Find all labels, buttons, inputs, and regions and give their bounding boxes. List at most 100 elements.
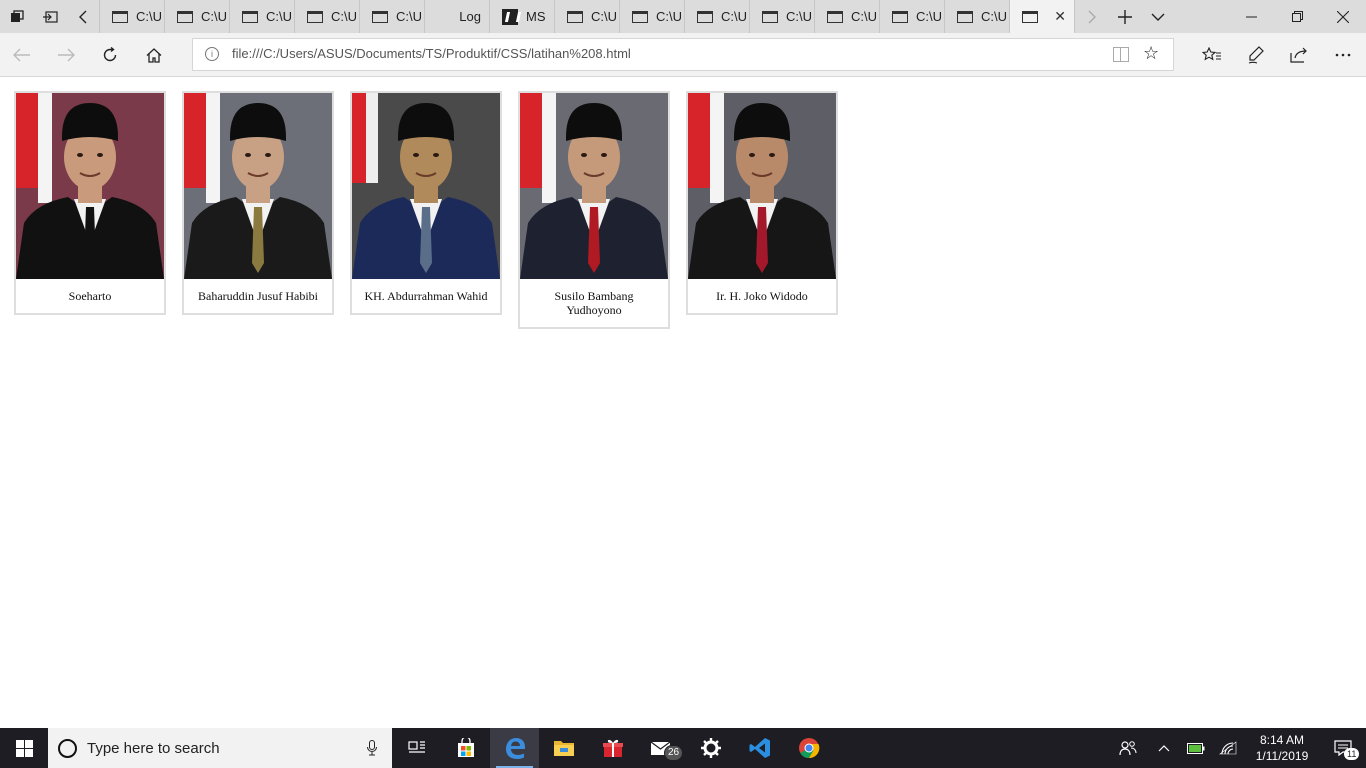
minimize-icon[interactable] <box>1228 0 1274 33</box>
tab-8[interactable]: C:\U <box>620 0 685 33</box>
visual-studio-code-icon[interactable] <box>735 728 784 768</box>
new-tab-icon[interactable] <box>1108 0 1141 33</box>
mail-icon[interactable]: 26 <box>637 728 686 768</box>
wifi-icon[interactable] <box>1212 728 1244 768</box>
tab-1[interactable]: C:\U <box>165 0 230 33</box>
page-icon <box>697 10 713 23</box>
settings-gear-icon[interactable] <box>686 728 735 768</box>
president-card: Baharuddin Jusuf Habibi <box>182 91 334 315</box>
tab-label: C:\U <box>201 9 227 24</box>
page-icon <box>1022 10 1038 23</box>
president-name: Susilo Bambang Yudhoyono <box>554 289 634 317</box>
action-center-icon[interactable]: 11 <box>1320 728 1366 768</box>
president-card: Soeharto <box>14 91 166 315</box>
people-icon[interactable] <box>1112 728 1144 768</box>
page-icon <box>372 10 388 23</box>
scroll-tabs-right-icon[interactable] <box>1075 0 1108 33</box>
restore-icon[interactable] <box>1274 0 1320 33</box>
tab-label: C:\U <box>591 9 617 24</box>
page-icon <box>892 10 908 23</box>
tab-13[interactable]: C:\U <box>945 0 1010 33</box>
microsoft-store-icon[interactable] <box>441 728 490 768</box>
clock[interactable]: 8:14 AM 1/11/2019 <box>1244 732 1320 764</box>
tab-7[interactable]: C:\U <box>555 0 620 33</box>
tab-label: C:\U <box>266 9 292 24</box>
web-note-pen-icon[interactable] <box>1245 44 1267 66</box>
tab-label: C:\U <box>786 9 812 24</box>
url-text[interactable]: file:///C:/Users/ASUS/Documents/TS/Produ… <box>232 46 631 61</box>
page-icon <box>632 10 648 23</box>
file-explorer-icon[interactable] <box>539 728 588 768</box>
president-card: Susilo Bambang Yudhoyono <box>518 91 670 329</box>
clock-time: 8:14 AM <box>1259 733 1305 747</box>
search-placeholder: Type here to search <box>87 739 220 757</box>
tab-preview-chevron-down-icon[interactable] <box>1141 0 1174 33</box>
share-icon[interactable] <box>1288 44 1310 66</box>
add-favorite-star-icon[interactable]: ☆ <box>1143 43 1159 64</box>
tab-strip: C:\U C:\U C:\U C:\U C:\U Log MSN C:\U C:\U C:\U C:… <box>0 0 1366 33</box>
favorites-hub-icon[interactable] <box>1201 44 1223 66</box>
tab-3[interactable]: C:\U <box>295 0 360 33</box>
tab-10[interactable]: C:\U <box>750 0 815 33</box>
president-portrait <box>352 93 500 279</box>
address-bar[interactable]: i file:///C:/Users/ASUS/Documents/TS/Pro… <box>192 38 1174 71</box>
msn-icon <box>502 8 518 25</box>
tab-label: C:\U <box>331 9 357 24</box>
clock-date: 1/11/2019 <box>1255 749 1309 763</box>
more-options-icon[interactable] <box>1332 44 1354 66</box>
navigation-bar: i file:///C:/Users/ASUS/Documents/TS/Pro… <box>0 33 1366 77</box>
back-arrow-icon[interactable] <box>11 44 33 66</box>
tab-label: C:\U <box>136 9 162 24</box>
tab-11[interactable]: C:\U <box>815 0 880 33</box>
tab-12[interactable]: C:\U <box>880 0 945 33</box>
windows-start-icon[interactable] <box>0 728 48 768</box>
refresh-icon[interactable] <box>99 44 121 66</box>
tab-active[interactable]: ✕ <box>1010 0 1075 33</box>
scroll-tabs-left-icon[interactable] <box>66 0 100 33</box>
page-icon <box>307 10 323 23</box>
president-portrait <box>16 93 164 279</box>
page-icon <box>762 10 778 23</box>
taskbar-search-box[interactable]: Type here to search <box>48 728 392 768</box>
set-aside-tabs-icon[interactable] <box>33 0 66 33</box>
tab-9[interactable]: C:\U <box>685 0 750 33</box>
forward-arrow-icon[interactable] <box>55 44 77 66</box>
tab-2[interactable]: C:\U <box>230 0 295 33</box>
page-icon <box>242 10 258 23</box>
tab-6[interactable]: MSN <box>490 0 555 33</box>
close-window-icon[interactable] <box>1320 0 1366 33</box>
reading-view-icon[interactable] <box>1113 47 1129 62</box>
tab-4[interactable]: C:\U <box>360 0 425 33</box>
tab-label: C:\U <box>981 9 1007 24</box>
page-icon <box>827 10 843 23</box>
tab-strip-spacer <box>1174 0 1228 33</box>
tab-5[interactable]: Log <box>425 0 490 33</box>
site-info-icon[interactable]: i <box>205 47 219 61</box>
show-hidden-icons-chevron-up-icon[interactable] <box>1148 728 1180 768</box>
gift-app-icon[interactable] <box>588 728 637 768</box>
president-name: KH. Abdurrahman Wahid <box>364 289 488 303</box>
tab-list: C:\U C:\U C:\U C:\U C:\U Log MSN C:\U C:\U C:\U C:… <box>100 0 1010 33</box>
home-icon[interactable] <box>143 44 165 66</box>
page-content: Soeharto Baharuddin Jusuf Habibi KH. Abdur… <box>0 78 1366 728</box>
mail-unread-badge: 26 <box>664 745 684 761</box>
task-view-icon[interactable] <box>392 728 441 768</box>
page-icon <box>112 10 128 23</box>
president-portrait <box>184 93 332 279</box>
tab-0[interactable]: C:\U <box>100 0 165 33</box>
battery-icon[interactable] <box>1180 728 1212 768</box>
microphone-icon[interactable] <box>352 740 392 756</box>
president-name: Soeharto <box>68 289 112 303</box>
edge-browser-icon[interactable] <box>490 728 539 768</box>
president-name: Baharuddin Jusuf Habibi <box>198 289 318 303</box>
tab-actions-icon[interactable] <box>0 0 33 33</box>
president-portrait <box>520 93 668 279</box>
notification-count-badge: 11 <box>1344 748 1360 760</box>
chrome-icon[interactable] <box>784 728 833 768</box>
president-card: Ir. H. Joko Widodo <box>686 91 838 315</box>
system-tray: 8:14 AM 1/11/2019 11 <box>833 728 1366 768</box>
close-tab-icon[interactable]: ✕ <box>1054 9 1066 25</box>
page-icon <box>957 10 973 23</box>
president-name: Ir. H. Joko Widodo <box>716 289 808 303</box>
tab-label: C:\U <box>721 9 747 24</box>
